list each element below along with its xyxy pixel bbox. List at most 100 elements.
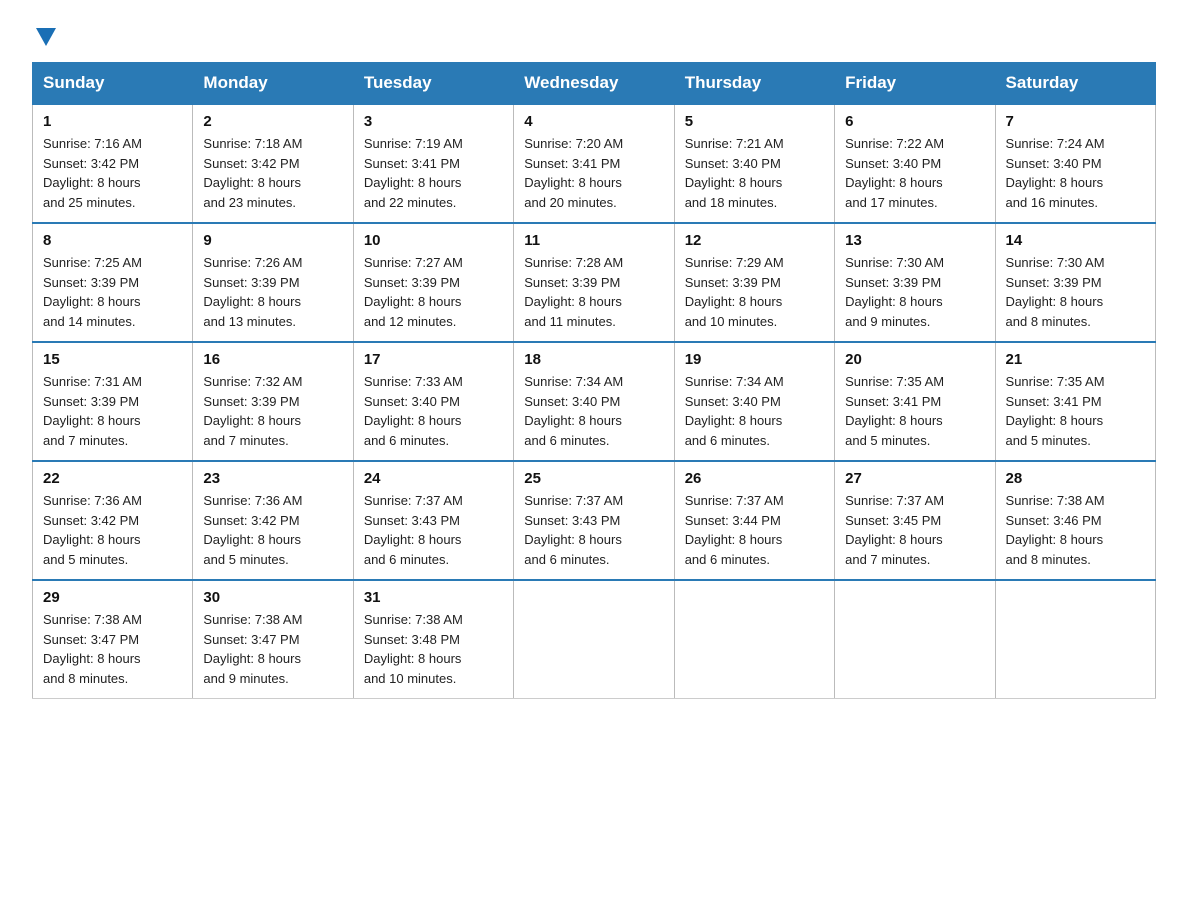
day-number: 10 <box>364 232 503 249</box>
day-info: Sunrise: 7:18 AMSunset: 3:42 PMDaylight:… <box>203 136 302 210</box>
day-number: 11 <box>524 232 663 249</box>
day-info: Sunrise: 7:27 AMSunset: 3:39 PMDaylight:… <box>364 255 463 329</box>
calendar-cell: 4 Sunrise: 7:20 AMSunset: 3:41 PMDaylight… <box>514 104 674 223</box>
day-info: Sunrise: 7:16 AMSunset: 3:42 PMDaylight:… <box>43 136 142 210</box>
day-info: Sunrise: 7:29 AMSunset: 3:39 PMDaylight:… <box>685 255 784 329</box>
day-number: 9 <box>203 232 342 249</box>
calendar-cell: 30 Sunrise: 7:38 AMSunset: 3:47 PMDayligh… <box>193 580 353 699</box>
day-number: 17 <box>364 351 503 368</box>
weekday-header-row: SundayMondayTuesdayWednesdayThursdayFrid… <box>33 63 1156 105</box>
day-info: Sunrise: 7:35 AMSunset: 3:41 PMDaylight:… <box>1006 374 1105 448</box>
day-info: Sunrise: 7:25 AMSunset: 3:39 PMDaylight:… <box>43 255 142 329</box>
calendar-cell: 22Sunrise: 7:36 AMSunset: 3:42 PMDayligh… <box>33 461 193 580</box>
calendar-cell: 23 Sunrise: 7:36 AMSunset: 3:42 PMDayligh… <box>193 461 353 580</box>
calendar-cell: 15 Sunrise: 7:31 AMSunset: 3:39 PMDayligh… <box>33 342 193 461</box>
day-number: 20 <box>845 351 984 368</box>
calendar-cell: 29 Sunrise: 7:38 AMSunset: 3:47 PMDayligh… <box>33 580 193 699</box>
calendar-cell: 20 Sunrise: 7:35 AMSunset: 3:41 PMDayligh… <box>835 342 995 461</box>
calendar-cell: 7Sunrise: 7:24 AMSunset: 3:40 PMDaylight… <box>995 104 1155 223</box>
weekday-header-monday: Monday <box>193 63 353 105</box>
day-number: 7 <box>1006 113 1145 130</box>
day-info: Sunrise: 7:38 AMSunset: 3:48 PMDaylight:… <box>364 612 463 686</box>
weekday-header-saturday: Saturday <box>995 63 1155 105</box>
weekday-header-tuesday: Tuesday <box>353 63 513 105</box>
day-info: Sunrise: 7:30 AMSunset: 3:39 PMDaylight:… <box>845 255 944 329</box>
day-info: Sunrise: 7:34 AMSunset: 3:40 PMDaylight:… <box>685 374 784 448</box>
day-number: 2 <box>203 113 342 130</box>
calendar-cell: 12 Sunrise: 7:29 AMSunset: 3:39 PMDayligh… <box>674 223 834 342</box>
day-info: Sunrise: 7:28 AMSunset: 3:39 PMDaylight:… <box>524 255 623 329</box>
day-number: 4 <box>524 113 663 130</box>
calendar-cell: 27 Sunrise: 7:37 AMSunset: 3:45 PMDayligh… <box>835 461 995 580</box>
day-number: 24 <box>364 470 503 487</box>
calendar-cell: 3 Sunrise: 7:19 AMSunset: 3:41 PMDaylight… <box>353 104 513 223</box>
day-info: Sunrise: 7:37 AMSunset: 3:45 PMDaylight:… <box>845 493 944 567</box>
logo-triangle-icon <box>36 28 56 46</box>
weekday-header-wednesday: Wednesday <box>514 63 674 105</box>
day-number: 14 <box>1006 232 1145 249</box>
calendar-cell: 5 Sunrise: 7:21 AMSunset: 3:40 PMDaylight… <box>674 104 834 223</box>
day-number: 19 <box>685 351 824 368</box>
day-number: 27 <box>845 470 984 487</box>
calendar-week-row: 22 Sunrise: 7:36 AMSunset: 3:42 PMDayligh… <box>33 461 1156 580</box>
day-number: 28 <box>1006 470 1145 487</box>
day-number: 23 <box>203 470 342 487</box>
calendar-cell: 6Sunrise: 7:22 AMSunset: 3:40 PMDaylight… <box>835 104 995 223</box>
day-info: Sunrise: 7:19 AMSunset: 3:41 PMDaylight:… <box>364 136 463 210</box>
day-info: Sunrise: 7:35 AMSunset: 3:41 PMDaylight:… <box>845 374 944 448</box>
calendar-cell <box>835 580 995 699</box>
weekday-header-sunday: Sunday <box>33 63 193 105</box>
day-number: 22 <box>43 470 182 487</box>
day-number: 3 <box>364 113 503 130</box>
day-info: Sunrise: 7:31 AMSunset: 3:39 PMDaylight:… <box>43 374 142 448</box>
calendar-cell: 26 Sunrise: 7:37 AMSunset: 3:44 PMDayligh… <box>674 461 834 580</box>
calendar-week-row: 1 Sunrise: 7:16 AMSunset: 3:42 PMDaylight… <box>33 104 1156 223</box>
day-info: Sunrise: 7:37 AMSunset: 3:43 PMDaylight:… <box>364 493 463 567</box>
day-info: Sunrise: 7:37 AMSunset: 3:43 PMDaylight:… <box>524 493 623 567</box>
day-info: Sunrise: 7:33 AMSunset: 3:40 PMDaylight:… <box>364 374 463 448</box>
day-number: 26 <box>685 470 824 487</box>
calendar-cell: 25 Sunrise: 7:37 AMSunset: 3:43 PMDayligh… <box>514 461 674 580</box>
day-info: Sunrise: 7:34 AMSunset: 3:40 PMDaylight:… <box>524 374 623 448</box>
day-number: 25 <box>524 470 663 487</box>
calendar-cell: 11 Sunrise: 7:28 AMSunset: 3:39 PMDayligh… <box>514 223 674 342</box>
day-info: Sunrise: 7:26 AMSunset: 3:39 PMDaylight:… <box>203 255 302 329</box>
day-number: 12 <box>685 232 824 249</box>
weekday-header-thursday: Thursday <box>674 63 834 105</box>
day-number: 30 <box>203 589 342 606</box>
day-number: 15 <box>43 351 182 368</box>
day-info: Sunrise: 7:38 AMSunset: 3:47 PMDaylight:… <box>43 612 142 686</box>
calendar-week-row: 15 Sunrise: 7:31 AMSunset: 3:39 PMDayligh… <box>33 342 1156 461</box>
day-info: Sunrise: 7:38 AMSunset: 3:47 PMDaylight:… <box>203 612 302 686</box>
calendar-table: SundayMondayTuesdayWednesdayThursdayFrid… <box>32 62 1156 699</box>
calendar-cell <box>995 580 1155 699</box>
page-header <box>32 24 1156 46</box>
calendar-cell <box>674 580 834 699</box>
calendar-cell: 2 Sunrise: 7:18 AMSunset: 3:42 PMDaylight… <box>193 104 353 223</box>
day-number: 1 <box>43 113 182 130</box>
day-info: Sunrise: 7:30 AMSunset: 3:39 PMDaylight:… <box>1006 255 1105 329</box>
calendar-week-row: 29 Sunrise: 7:38 AMSunset: 3:47 PMDayligh… <box>33 580 1156 699</box>
day-number: 8 <box>43 232 182 249</box>
calendar-cell: 17 Sunrise: 7:33 AMSunset: 3:40 PMDayligh… <box>353 342 513 461</box>
day-number: 29 <box>43 589 182 606</box>
day-info: Sunrise: 7:37 AMSunset: 3:44 PMDaylight:… <box>685 493 784 567</box>
day-number: 16 <box>203 351 342 368</box>
day-number: 13 <box>845 232 984 249</box>
calendar-cell: 10 Sunrise: 7:27 AMSunset: 3:39 PMDayligh… <box>353 223 513 342</box>
calendar-week-row: 8 Sunrise: 7:25 AMSunset: 3:39 PMDaylight… <box>33 223 1156 342</box>
day-number: 5 <box>685 113 824 130</box>
calendar-cell: 28 Sunrise: 7:38 AMSunset: 3:46 PMDayligh… <box>995 461 1155 580</box>
calendar-cell: 9 Sunrise: 7:26 AMSunset: 3:39 PMDaylight… <box>193 223 353 342</box>
day-number: 18 <box>524 351 663 368</box>
day-number: 6 <box>845 113 984 130</box>
calendar-cell: 14 Sunrise: 7:30 AMSunset: 3:39 PMDayligh… <box>995 223 1155 342</box>
logo <box>32 24 56 46</box>
day-info: Sunrise: 7:38 AMSunset: 3:46 PMDaylight:… <box>1006 493 1105 567</box>
calendar-cell: 31 Sunrise: 7:38 AMSunset: 3:48 PMDayligh… <box>353 580 513 699</box>
calendar-cell <box>514 580 674 699</box>
day-number: 31 <box>364 589 503 606</box>
day-info: Sunrise: 7:36 AMSunset: 3:42 PMDaylight:… <box>203 493 302 567</box>
day-info: Sunrise: 7:21 AMSunset: 3:40 PMDaylight:… <box>685 136 784 210</box>
day-info: Sunrise: 7:20 AMSunset: 3:41 PMDaylight:… <box>524 136 623 210</box>
